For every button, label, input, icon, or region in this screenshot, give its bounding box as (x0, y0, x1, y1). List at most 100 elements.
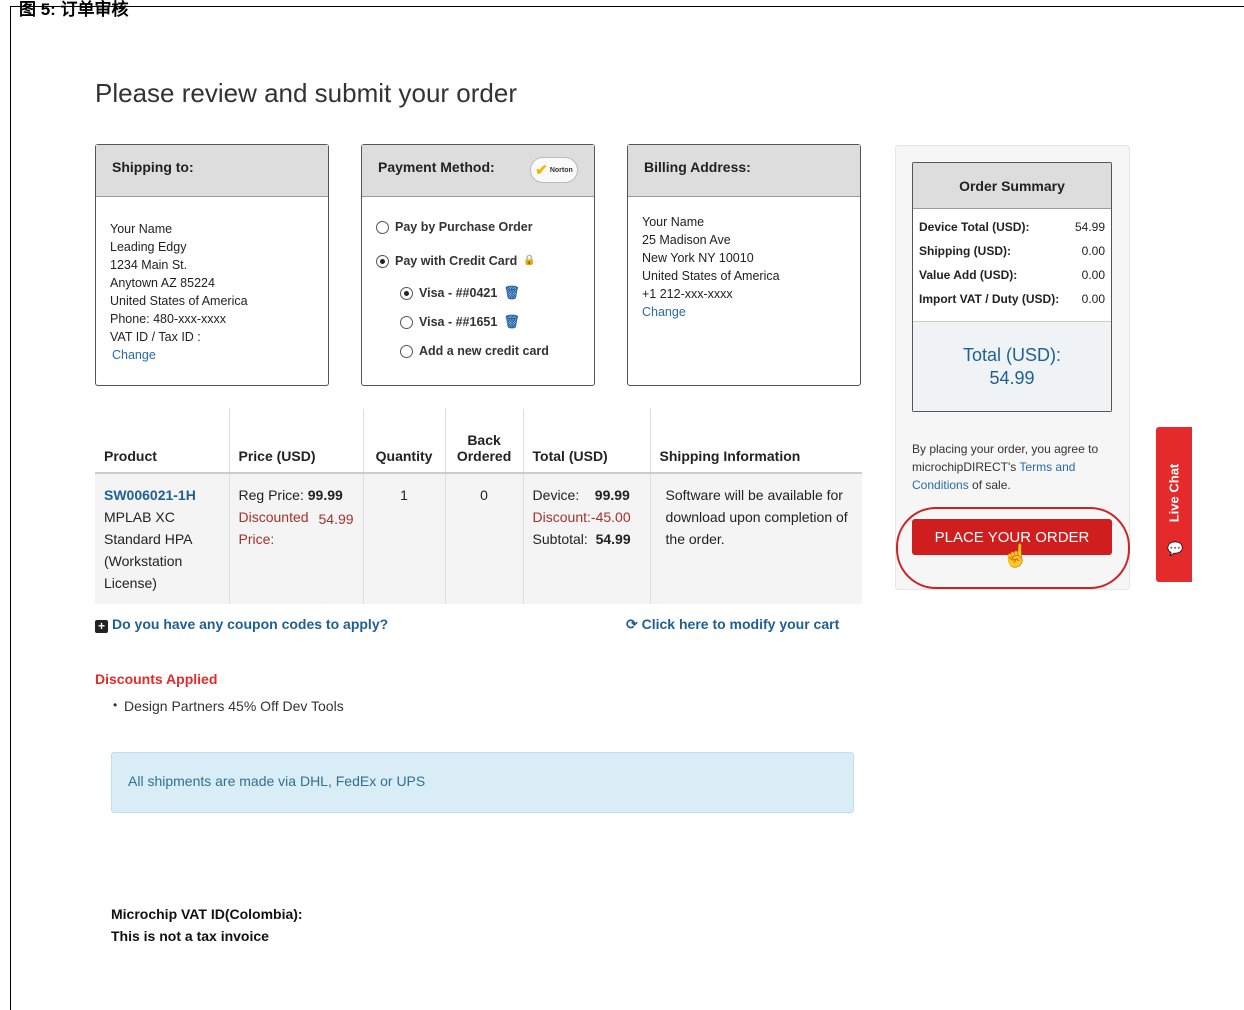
order-items-table: Product Price (USD) Quantity Back Ordere… (95, 409, 862, 604)
hand-cursor-icon: ☝ (1002, 543, 1030, 568)
table-header-row: Product Price (USD) Quantity Back Ordere… (95, 409, 862, 474)
credit-card-option[interactable]: Pay with Credit Card 🔒 (376, 244, 580, 278)
live-chat-label: Live Chat (1166, 463, 1182, 522)
summary-row: Import VAT / Duty (USD): 0.00 (913, 287, 1111, 311)
discounts-title: Discounts Applied (95, 671, 218, 687)
billing-line: +1 212-xxx-xxxx (642, 287, 733, 301)
quantity-cell: 1 (363, 473, 446, 604)
summary-label: Value Add (USD): (919, 268, 1018, 282)
subtotal-label: Subtotal: (532, 531, 588, 547)
payment-panel: Payment Method: ✔ Norton Pay by Purchase… (361, 144, 595, 386)
shipping-panel: Shipping to: Your Name Leading Edgy 1234… (95, 144, 329, 386)
coupon-label: Do you have any coupon codes to apply? (112, 616, 389, 632)
trash-icon[interactable]: 🗑 (503, 284, 520, 302)
refresh-icon: ⟳ (626, 616, 638, 632)
figure-caption: 图 5: 订单审核 (19, 0, 129, 19)
vat-id-label: Microchip VAT ID(Colombia): (111, 906, 303, 922)
summary-row: Device Total (USD): 54.99 (913, 215, 1111, 239)
modify-cart-label: Click here to modify your cart (641, 616, 840, 632)
product-description: MPLAB XC Standard HPA (Workstation Licen… (104, 509, 192, 591)
shipping-info-cell: Software will be available for download … (650, 473, 862, 604)
total-label: Total (USD): (962, 345, 1061, 365)
coupon-link[interactable]: + Do you have any coupon codes to apply? (95, 616, 388, 633)
shipping-line: Your Name (110, 222, 173, 236)
check-icon: ✔ (535, 161, 548, 179)
plus-icon: + (95, 620, 108, 633)
order-summary: Order Summary Device Total (USD): 54.99 S… (912, 162, 1112, 412)
billing-line: United States of America (642, 269, 780, 283)
shipping-notice: All shipments are made via DHL, FedEx or… (111, 752, 854, 813)
add-card-radio[interactable] (400, 344, 413, 358)
reg-price: 99.99 (307, 487, 343, 503)
shipping-line: Anytown AZ 85224 (110, 276, 215, 290)
agree-text-end: of sale. (968, 478, 1011, 492)
product-cell: SW006021-1H MPLAB XC Standard HPA (Works… (95, 473, 230, 604)
payment-title: Payment Method: (378, 159, 495, 175)
summary-label: Import VAT / Duty (USD): (919, 292, 1060, 306)
summary-total: Total (USD): 54.99 (913, 321, 1111, 411)
po-option[interactable]: Pay by Purchase Order (376, 210, 580, 244)
payment-head: Payment Method: ✔ Norton (362, 145, 594, 197)
norton-badge-label: Norton (549, 166, 573, 174)
billing-line: 25 Madison Ave (642, 233, 731, 247)
shipping-line: VAT ID / Tax ID : (110, 330, 201, 344)
tax-invoice-note: This is not a tax invoice (111, 928, 269, 944)
po-option-label: Pay by Purchase Order (395, 220, 533, 234)
modify-cart-link[interactable]: ⟳ Click here to modify your cart (626, 616, 839, 633)
po-radio[interactable] (376, 220, 389, 234)
reg-price-label: Reg Price: (238, 487, 304, 503)
card-radio[interactable] (400, 315, 413, 329)
shipping-line: Phone: 480-xxx-xxxx (110, 312, 227, 326)
card-label: Visa - ##1651 (419, 315, 498, 329)
order-summary-container: Order Summary Device Total (USD): 54.99 S… (895, 145, 1130, 590)
add-card-label: Add a new credit card (419, 344, 549, 358)
discount-value: -45.00 (590, 509, 631, 525)
billing-line: Your Name (642, 215, 705, 229)
shipping-line: United States of America (110, 294, 248, 308)
shipping-change-link[interactable]: Change (110, 346, 314, 364)
lock-icon: 🔒 (523, 255, 536, 266)
summary-row: Value Add (USD): 0.00 (913, 263, 1111, 287)
billing-change-link[interactable]: Change (642, 303, 846, 321)
billing-panel: Billing Address: Your Name 25 Madison Av… (627, 144, 861, 386)
summary-value: 0.00 (1081, 268, 1105, 282)
total-value: 54.99 (989, 368, 1035, 388)
live-chat-tab[interactable]: Live Chat 💬 (1156, 427, 1192, 582)
col-price: Price (USD) (229, 409, 364, 474)
add-card-option[interactable]: Add a new credit card (376, 336, 580, 366)
summary-value: 54.99 (1074, 220, 1105, 234)
summary-value: 0.00 (1081, 244, 1105, 258)
device-label: Device: (532, 487, 580, 503)
summary-row: Shipping (USD): 0.00 (913, 239, 1111, 263)
summary-value: 0.00 (1081, 292, 1105, 306)
col-back-ordered: Back Ordered (445, 409, 524, 474)
card-radio[interactable] (400, 286, 413, 300)
norton-badge: ✔ Norton (530, 157, 578, 183)
billing-title: Billing Address: (628, 145, 860, 197)
page-title: Please review and submit your order (95, 78, 517, 108)
card-option[interactable]: Visa - ##0421 🗑 (376, 278, 580, 308)
summary-label: Device Total (USD): (919, 220, 1030, 234)
order-summary-title: Order Summary (913, 163, 1111, 209)
table-row: SW006021-1H MPLAB XC Standard HPA (Works… (95, 473, 862, 604)
shipping-title: Shipping to: (96, 145, 328, 197)
trash-icon[interactable]: 🗑 (503, 313, 520, 331)
billing-line: New York NY 10010 (642, 251, 754, 265)
col-quantity: Quantity (363, 409, 446, 474)
discount-label: Discount: (532, 509, 591, 525)
back-ordered-cell: 0 (445, 473, 524, 604)
col-total: Total (USD) (523, 409, 651, 474)
discounted-price-label: Discounted Price: (238, 509, 309, 547)
credit-card-radio[interactable] (376, 254, 389, 268)
card-option[interactable]: Visa - ##1651 🗑 (376, 308, 580, 336)
price-cell: Reg Price: 99.99 Discounted Price: 54.99 (229, 473, 364, 604)
product-sku-link[interactable]: SW006021-1H (104, 484, 220, 506)
subtotal-value: 54.99 (595, 531, 631, 547)
col-product: Product (95, 409, 230, 474)
device-value: 99.99 (594, 487, 630, 503)
terms-agreement: By placing your order, you agree to micr… (912, 440, 1117, 494)
discount-item: Design Partners 45% Off Dev Tools (113, 698, 344, 714)
card-label: Visa - ##0421 (419, 286, 498, 300)
shipping-line: 1234 Main St. (110, 258, 188, 272)
col-shipping-info: Shipping Information (650, 409, 862, 474)
